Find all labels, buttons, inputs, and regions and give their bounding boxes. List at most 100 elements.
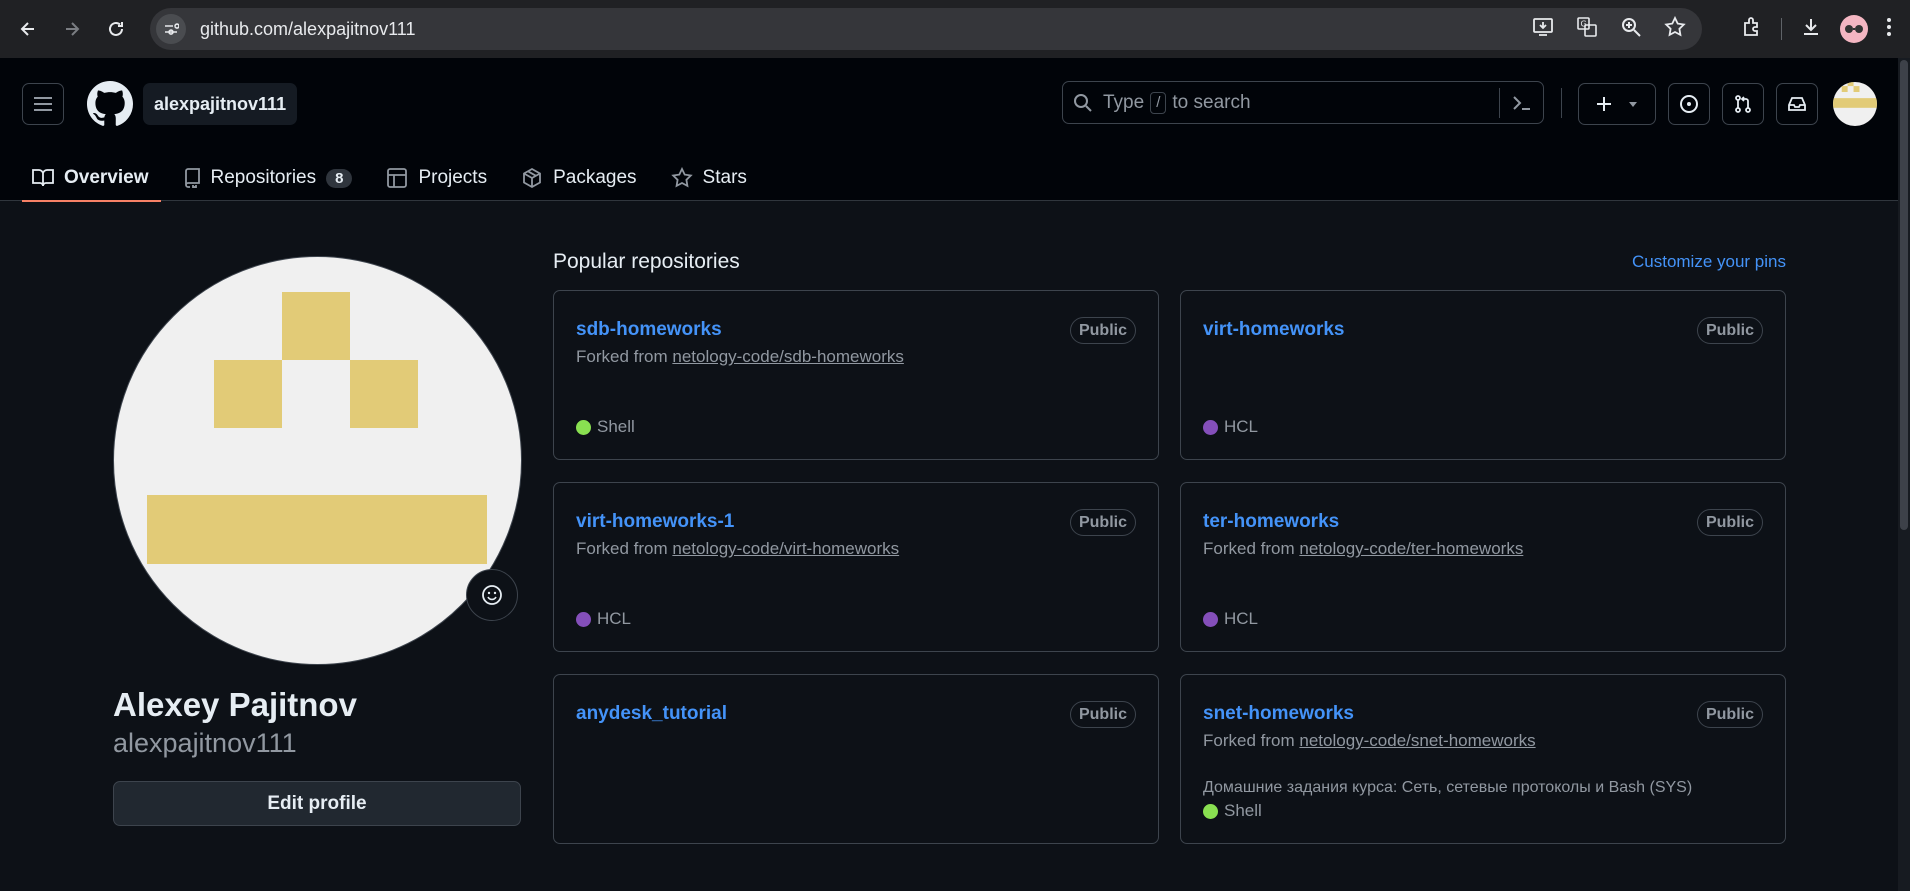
arrow-left-icon [20,22,34,36]
browser-menu-icon[interactable] [1886,16,1892,43]
edit-profile-button[interactable]: Edit profile [113,781,521,826]
tab-stars-label: Stars [702,167,747,188]
pull-requests-button[interactable] [1722,83,1764,125]
repo-language: Shell [1203,801,1262,821]
repo-language-label: HCL [597,609,632,628]
search-placeholder-prefix: Type [1103,91,1145,113]
language-color-dot [576,611,591,627]
downloads-icon[interactable] [1800,16,1822,43]
repo-icon [183,168,201,188]
package-icon [521,167,543,189]
tab-overview[interactable]: Overview [20,154,161,202]
url-text[interactable]: github.com/alexpajitnov111 [200,19,415,40]
customize-pins-link[interactable]: Customize your pins [1632,252,1786,272]
github-header: alexpajitnov111 Type / to search Overvie… [0,58,1898,202]
tab-overview-label: Overview [64,167,149,188]
forked-from-label: Forked from [1203,731,1295,750]
forked-from-label: Forked from [576,347,668,366]
create-new-button[interactable] [1578,83,1656,125]
repo-language-label: HCL [1224,417,1259,436]
tab-packages[interactable]: Packages [509,154,648,202]
search-shortcut-key: / [1150,91,1167,114]
zoom-icon[interactable] [1620,16,1642,43]
repositories-count-badge: 8 [326,168,353,188]
identicon-avatar-image [1833,82,1877,108]
tab-repositories-label: Repositories [210,167,317,188]
pinned-repo-card: virt-homeworks-1 Public Forked from netolo… [553,482,1159,652]
tab-stars[interactable]: Stars [659,154,759,202]
forked-from-label: Forked from [576,539,668,558]
table-icon [386,167,408,189]
repo-name-link[interactable]: virt-homeworks [1203,319,1344,341]
repo-name-link[interactable]: ter-homeworks [1203,511,1339,533]
translate-icon[interactable]: G [1576,16,1598,43]
pinned-repo-card: sdb-homeworks Public Forked from netology-… [553,290,1159,460]
bookmark-star-icon[interactable] [1664,15,1686,43]
page-scrollbar[interactable] [1898,58,1910,891]
github-logo-icon[interactable] [87,81,133,127]
scrollbar-thumb[interactable] [1900,60,1908,530]
forked-from-label: Forked from [1203,539,1295,558]
tab-projects[interactable]: Projects [374,154,499,202]
search-input[interactable]: Type / to search [1062,81,1544,124]
repo-language: HCL [1203,417,1258,437]
search-icon [1073,93,1093,113]
visibility-badge: Public [1696,317,1763,344]
forked-from-text: Forked from netology-code/ter-homeworks [1203,539,1523,559]
extensions-icon[interactable] [1741,16,1763,43]
pinned-repo-card: anydesk_tutorial Public [553,674,1159,844]
fork-source-link[interactable]: netology-code/ter-homeworks [1299,539,1523,558]
address-bar[interactable]: github.com/alexpajitnov111 G [150,8,1702,50]
forked-from-text: Forked from netology-code/sdb-homeworks [576,347,904,367]
browser-toolbar: github.com/alexpajitnov111 G [0,0,1910,58]
toolbar-divider [1781,18,1782,40]
forked-from-text: Forked from netology-code/snet-homeworks [1203,731,1536,751]
command-palette-button[interactable] [1499,88,1543,118]
repo-name-link[interactable]: snet-homeworks [1203,703,1354,725]
visibility-badge: Public [1696,509,1763,536]
browser-profile-avatar[interactable] [1840,15,1868,43]
git-pull-request-icon [1735,95,1751,113]
visibility-badge: Public [1069,509,1136,536]
set-status-button[interactable] [466,569,518,621]
identicon-avatar-image [147,292,487,564]
book-icon [32,168,54,188]
site-info-icon[interactable] [156,14,186,44]
fork-source-link[interactable]: netology-code/snet-homeworks [1299,731,1535,750]
global-nav-menu-button[interactable] [22,83,64,125]
reload-button[interactable] [96,9,136,49]
repo-name-link[interactable]: virt-homeworks-1 [576,511,734,533]
issues-button[interactable] [1668,83,1710,125]
repo-name-link[interactable]: anydesk_tutorial [576,703,727,725]
pinned-repo-card: snet-homeworks Public Forked from netology… [1180,674,1786,844]
visibility-badge: Public [1069,701,1136,728]
profile-avatar[interactable] [113,256,522,665]
language-color-dot [1203,611,1218,627]
repo-description: Домашние задания курса: Сеть, сетевые пр… [1203,779,1693,796]
popular-repositories-heading: Popular repositories [553,250,740,273]
install-app-icon[interactable] [1532,16,1554,43]
smiley-icon [482,585,502,605]
profile-full-name: Alexey Pajitnov [113,686,357,723]
profile-tabs: Overview Repositories 8 Projects Package… [20,154,769,202]
issue-opened-icon [1680,95,1698,113]
search-placeholder-suffix: to search [1172,91,1251,113]
repo-language: HCL [576,609,631,629]
pinned-repo-card: virt-homeworks Public HCL [1180,290,1786,460]
context-breadcrumb[interactable]: alexpajitnov111 [143,83,298,125]
user-avatar-menu[interactable] [1833,82,1877,126]
back-button[interactable] [8,9,48,49]
fork-source-link[interactable]: netology-code/virt-homeworks [672,539,899,558]
repo-language-label: Shell [597,417,635,436]
repo-name-link[interactable]: sdb-homeworks [576,319,722,341]
inbox-button[interactable] [1776,83,1818,125]
visibility-badge: Public [1696,701,1763,728]
forward-button[interactable] [52,9,92,49]
repo-language-label: Shell [1224,801,1262,820]
inbox-icon [1788,97,1806,111]
repo-language: Shell [576,417,635,437]
profile-username: alexpajitnov111 [113,728,297,758]
fork-source-link[interactable]: netology-code/sdb-homeworks [672,347,904,366]
language-color-dot [576,419,591,435]
tab-repositories[interactable]: Repositories 8 [171,154,365,202]
